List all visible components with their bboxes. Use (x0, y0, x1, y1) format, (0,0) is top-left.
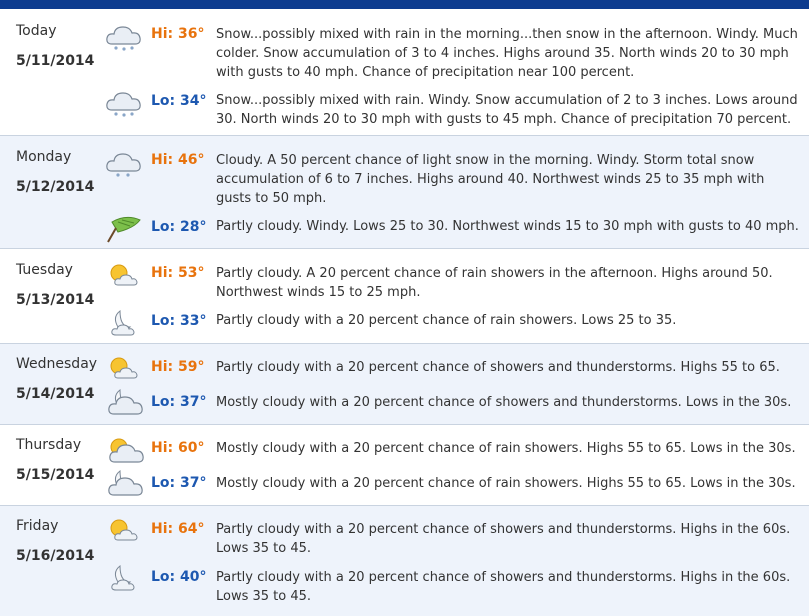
mostly-cloudy-night-icon (104, 386, 144, 418)
night-forecast-text: Partly cloudy with a 20 percent chance o… (216, 313, 677, 328)
low-temp: Lo: 33° (151, 313, 207, 329)
day-date: 5/13/2014 (16, 292, 95, 308)
forecast-day-monday: Monday 5/12/2014 Hi: 46° Cloudy. A 50 pe… (0, 136, 809, 249)
night-forecast-text: Mostly cloudy with a 20 percent chance o… (216, 395, 792, 410)
day-forecast-text: Cloudy. A 50 percent chance of light sno… (216, 153, 765, 206)
forecast-day-friday: Friday 5/16/2014 Hi: 64° Partly cloudy w… (0, 506, 809, 616)
high-temp: Hi: 46° (151, 152, 205, 168)
low-temp: Lo: 40° (151, 569, 207, 585)
snow-icon (104, 86, 144, 117)
top-bar (0, 0, 809, 9)
night-forecast-text: Partly cloudy with a 20 percent chance o… (216, 570, 791, 604)
day-forecast-text: Partly cloudy. A 20 percent chance of ra… (216, 266, 773, 300)
day-date: 5/16/2014 (16, 548, 95, 564)
day-name: Tuesday (16, 262, 73, 278)
day-forecast-text: Partly cloudy with a 20 percent chance o… (216, 360, 780, 375)
high-temp: Hi: 36° (151, 26, 205, 42)
forecast-day-wednesday: Wednesday 5/14/2014 Hi: 59° Partly cloud… (0, 344, 809, 425)
night-forecast-text: Mostly cloudy with a 20 percent chance o… (216, 476, 796, 491)
high-temp: Hi: 53° (151, 265, 205, 281)
partly-cloudy-night-icon (111, 307, 135, 336)
partly-cloudy-night-icon (111, 562, 135, 591)
day-date: 5/15/2014 (16, 467, 95, 483)
day-date: 5/14/2014 (16, 386, 95, 402)
day-name: Thursday (16, 437, 82, 453)
low-temp: Lo: 37° (151, 475, 207, 491)
windy-icon (107, 216, 141, 243)
forecast-day-thursday: Thursday 5/15/2014 Hi: 60° Mostly cloudy… (0, 425, 809, 506)
day-forecast-text: Snow...possibly mixed with rain in the m… (216, 27, 798, 80)
snow-icon (104, 147, 144, 177)
day-name: Today (16, 23, 57, 39)
partly-cloudy-day-icon (104, 514, 138, 541)
high-temp: Hi: 59° (151, 359, 205, 375)
mostly-cloudy-night-icon (104, 467, 144, 499)
mostly-cloudy-day-icon (104, 433, 144, 465)
high-temp: Hi: 64° (151, 521, 205, 537)
day-name: Friday (16, 518, 59, 534)
partly-cloudy-day-icon (104, 352, 138, 379)
day-forecast-text: Mostly cloudy with a 20 percent chance o… (216, 441, 796, 456)
night-forecast-text: Partly cloudy. Windy. Lows 25 to 30. Nor… (216, 219, 799, 234)
day-forecast-text: Partly cloudy with a 20 percent chance o… (216, 522, 791, 556)
low-temp: Lo: 37° (151, 394, 207, 410)
high-temp: Hi: 60° (151, 440, 205, 456)
day-name: Wednesday (16, 356, 98, 372)
day-name: Monday (16, 149, 72, 165)
low-temp: Lo: 34° (151, 93, 207, 109)
low-temp: Lo: 28° (151, 219, 207, 235)
forecast-day-tuesday: Tuesday 5/13/2014 Hi: 53° Partly cloudy.… (0, 249, 809, 344)
day-date: 5/11/2014 (16, 53, 95, 69)
partly-cloudy-day-icon (104, 259, 138, 286)
snow-icon (104, 20, 144, 51)
night-forecast-text: Snow...possibly mixed with rain. Windy. … (216, 93, 798, 127)
forecast-day-today: Today 5/11/2014 Hi: 36° Snow...possibly … (0, 9, 809, 136)
day-date: 5/12/2014 (16, 179, 95, 195)
